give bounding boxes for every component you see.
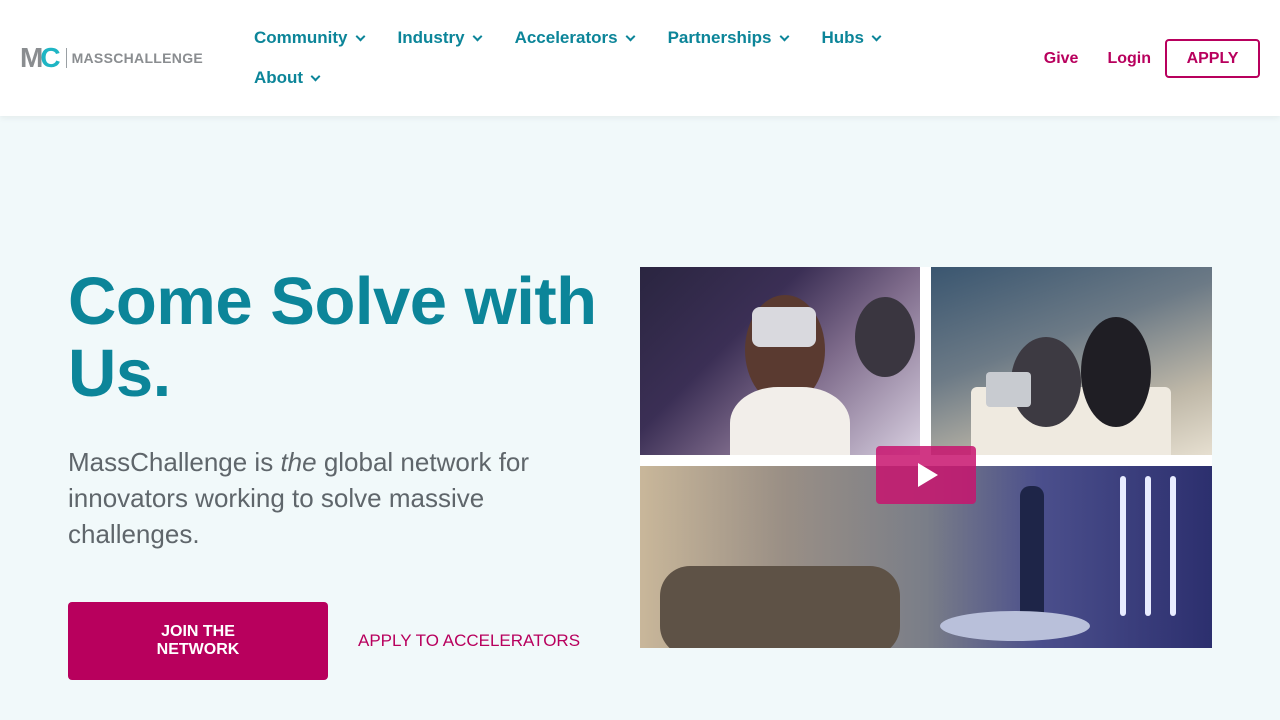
chevron-down-icon: [779, 31, 789, 41]
nav-item-about[interactable]: About: [254, 68, 321, 88]
nav-item-accelerators[interactable]: Accelerators: [514, 28, 636, 48]
play-button[interactable]: [876, 446, 976, 504]
chevron-down-icon: [625, 31, 636, 41]
join-network-button[interactable]: JOIN THE NETWORK: [68, 602, 328, 680]
nav-item-community[interactable]: Community: [254, 28, 365, 48]
hero-video-thumbnail[interactable]: [640, 267, 1212, 648]
main-nav: Community Industry Accelerators Partners…: [254, 18, 914, 98]
apply-button[interactable]: APPLY: [1165, 39, 1260, 78]
nav-item-label: Hubs: [821, 28, 865, 47]
login-link[interactable]: Login: [1107, 50, 1151, 68]
nav-item-label: About: [254, 68, 304, 87]
apply-accelerators-link[interactable]: APPLY TO ACCELERATORS: [358, 631, 580, 651]
chevron-down-icon: [472, 31, 483, 41]
give-link[interactable]: Give: [1044, 50, 1079, 68]
chevron-down-icon: [355, 31, 365, 41]
nav-item-partnerships[interactable]: Partnerships: [667, 28, 789, 48]
site-header: MC MASSCHALLENGE Community Industry Acce…: [0, 0, 1280, 116]
photo-vr-headset: [640, 267, 920, 455]
play-icon: [918, 463, 938, 487]
nav-item-hubs[interactable]: Hubs: [821, 28, 882, 48]
logo-wordmark: MASSCHALLENGE: [71, 50, 204, 66]
nav-item-label: Partnerships: [667, 28, 772, 47]
hero-title: Come Solve with Us.: [68, 264, 597, 411]
hero-desc-emphasis: the: [280, 447, 317, 477]
masschallenge-logo[interactable]: MC MASSCHALLENGE: [20, 42, 204, 73]
mc-logo-mark: MC: [20, 42, 61, 73]
photo-laptop-demo: [931, 267, 1212, 455]
hero-description: MassChallenge is the global network for …: [68, 444, 538, 552]
nav-item-label: Accelerators: [514, 28, 618, 47]
hero-desc-start: MassChallenge is: [68, 447, 281, 477]
nav-item-industry[interactable]: Industry: [397, 28, 483, 48]
nav-item-label: Industry: [397, 28, 465, 47]
logo-divider: [65, 48, 67, 68]
nav-item-label: Community: [254, 28, 348, 47]
header-actions: Give Login APPLY: [1044, 39, 1260, 78]
chevron-down-icon: [310, 71, 321, 81]
chevron-down-icon: [871, 31, 882, 41]
